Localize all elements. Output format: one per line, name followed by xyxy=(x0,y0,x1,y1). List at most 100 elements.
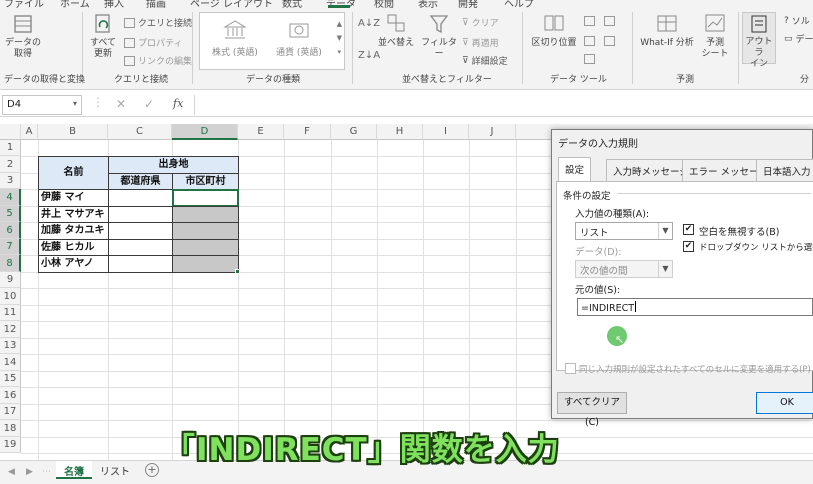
currencies-button[interactable]: 通貨 (英語) xyxy=(268,17,330,65)
sort-button[interactable]: 並べ替え xyxy=(376,12,416,49)
row-header-10[interactable]: 10 xyxy=(0,288,21,305)
apply-all-checkbox[interactable] xyxy=(565,363,576,374)
row-header-11[interactable]: 11 xyxy=(0,305,21,321)
sort-za-button[interactable]: Z↓A xyxy=(358,50,380,61)
solver-button[interactable]: ? ソル xyxy=(784,14,810,28)
tab-ime-mode[interactable]: 日本語入力 xyxy=(756,159,813,181)
table-cell-name[interactable]: 加藤 タカユキ xyxy=(38,222,109,240)
table-cell-prefecture[interactable] xyxy=(108,206,173,223)
row-header-16[interactable]: 16 xyxy=(0,387,21,404)
clear-all-button[interactable]: すべてクリア(C) xyxy=(557,392,627,428)
col-header-c[interactable]: C xyxy=(108,124,172,140)
row-header-13[interactable]: 13 xyxy=(0,338,21,354)
row-header-12[interactable]: 12 xyxy=(0,321,21,338)
row-header-14[interactable]: 14 xyxy=(0,354,21,371)
data-validation-button[interactable] xyxy=(584,54,595,64)
flash-fill-button[interactable] xyxy=(584,16,595,26)
col-header-f[interactable]: F xyxy=(284,124,331,140)
table-cell-prefecture[interactable] xyxy=(108,239,173,256)
row-header-3[interactable]: 3 xyxy=(0,173,21,189)
insert-function-icon[interactable]: fx xyxy=(173,97,183,110)
ok-button[interactable]: OK xyxy=(756,392,813,414)
gallery-scroll[interactable]: ▲ ▼ ▾ xyxy=(337,17,342,59)
tab-draw[interactable]: 描画 xyxy=(146,0,166,8)
cancel-icon[interactable]: ✕ xyxy=(116,97,126,111)
row-header-9[interactable]: 9 xyxy=(0,272,21,288)
in-cell-dropdown-checkbox[interactable]: ✔ xyxy=(683,241,694,252)
get-data-button[interactable]: データの 取得 xyxy=(4,12,42,60)
col-header-b[interactable]: B xyxy=(38,124,108,140)
tab-view[interactable]: 表示 xyxy=(418,0,438,8)
consolidate-button[interactable] xyxy=(604,16,615,26)
relationships-button[interactable] xyxy=(604,36,615,46)
row-header-7[interactable]: 7 xyxy=(0,239,21,255)
sheet-tab-list[interactable]: リスト xyxy=(92,461,138,479)
tab-developer[interactable]: 開発 xyxy=(458,0,478,8)
table-cell-prefecture[interactable] xyxy=(108,222,173,240)
col-header-d[interactable]: D xyxy=(172,124,238,140)
refresh-all-button[interactable]: すべて 更新 xyxy=(86,12,120,60)
table-cell-name[interactable]: 伊藤 マイ xyxy=(38,189,109,207)
forecast-sheet-button[interactable]: 予測 シート xyxy=(698,12,732,60)
col-header-e[interactable]: E xyxy=(238,124,284,140)
table-cell-name[interactable]: 佐藤 ヒカル xyxy=(38,239,109,256)
tab-home[interactable]: ホーム xyxy=(60,0,90,8)
col-header-h[interactable]: H xyxy=(377,124,423,140)
table-header-city[interactable]: 市区町村 xyxy=(172,173,239,190)
tab-file[interactable]: ファイル xyxy=(4,0,44,8)
tab-help[interactable]: ヘルプ xyxy=(504,0,534,8)
row-header-19[interactable]: 19 xyxy=(0,437,21,453)
row-header-5[interactable]: 5 xyxy=(0,206,21,222)
table-header-prefecture[interactable]: 都道府県 xyxy=(108,173,173,190)
table-cell-name[interactable]: 井上 マサアキ xyxy=(38,206,109,223)
table-header-birthplace[interactable]: 出身地 xyxy=(108,156,239,174)
reapply-button[interactable]: ⊽ 再適用 xyxy=(462,36,499,50)
fill-handle[interactable] xyxy=(235,269,240,274)
filter-button[interactable]: フィルター xyxy=(418,12,460,60)
data-operator-select[interactable]: 次の値の間 ▼ xyxy=(575,260,673,278)
row-header-6[interactable]: 6 xyxy=(0,222,21,239)
row-header-1[interactable]: 1 xyxy=(0,140,21,156)
table-cell-prefecture[interactable] xyxy=(108,189,173,207)
row-header-18[interactable]: 18 xyxy=(0,420,21,437)
sheet-prev-icon[interactable]: ◀ xyxy=(8,467,15,477)
tab-page-layout[interactable]: ページ レイアウト xyxy=(190,0,273,8)
row-header-8[interactable]: 8 xyxy=(0,255,21,272)
tab-settings[interactable]: 設定 xyxy=(558,157,592,182)
data-analysis-button[interactable]: ▭ デー xyxy=(784,32,813,46)
edit-links-button[interactable]: リンクの編集 xyxy=(124,54,192,67)
col-header-a[interactable]: A xyxy=(21,124,38,140)
enter-icon[interactable]: ✓ xyxy=(144,97,154,111)
table-cell-city-active[interactable] xyxy=(172,189,239,207)
formula-input[interactable] xyxy=(194,95,813,115)
select-all-corner[interactable] xyxy=(0,124,21,140)
stocks-button[interactable]: 株式 (英語) xyxy=(204,17,266,65)
table-header-name[interactable]: 名前 xyxy=(38,156,109,190)
col-header-i[interactable]: I xyxy=(423,124,469,140)
whatif-button[interactable]: What-If 分析 xyxy=(636,12,698,49)
table-cell-city[interactable] xyxy=(172,222,239,240)
tab-formulas[interactable]: 数式 xyxy=(282,0,302,8)
col-header-g[interactable]: G xyxy=(331,124,377,140)
queries-connections-button[interactable]: クエリと接続 xyxy=(124,16,192,29)
row-header-2[interactable]: 2 xyxy=(0,156,21,173)
source-input[interactable]: =INDIRECT xyxy=(577,298,813,316)
row-header-17[interactable]: 17 xyxy=(0,404,21,420)
tab-insert[interactable]: 挿入 xyxy=(104,0,124,8)
sheet-more-icon[interactable]: ⋯ xyxy=(42,467,51,477)
chevron-down-icon[interactable]: ▾ xyxy=(73,99,77,108)
ignore-blank-checkbox[interactable]: ✔ xyxy=(683,224,694,235)
sheet-tab-roster[interactable]: 名簿 xyxy=(56,461,92,479)
row-header-15[interactable]: 15 xyxy=(0,371,21,387)
name-box[interactable]: D4 ▾ xyxy=(2,95,82,115)
properties-button[interactable]: プロパティ xyxy=(124,36,182,49)
table-cell-prefecture[interactable] xyxy=(108,255,173,273)
row-header-4[interactable]: 4 xyxy=(0,189,21,206)
table-cell-city[interactable] xyxy=(172,239,239,256)
advanced-filter-button[interactable]: ⊽ 詳細設定 xyxy=(462,54,508,68)
table-cell-name[interactable]: 小林 アヤノ xyxy=(38,255,109,273)
tab-review[interactable]: 校閲 xyxy=(374,0,394,8)
clear-filter-button[interactable]: ⊽ クリア xyxy=(462,16,499,30)
text-to-columns-button[interactable]: 区切り位置 xyxy=(528,12,580,49)
table-cell-city[interactable] xyxy=(172,206,239,223)
